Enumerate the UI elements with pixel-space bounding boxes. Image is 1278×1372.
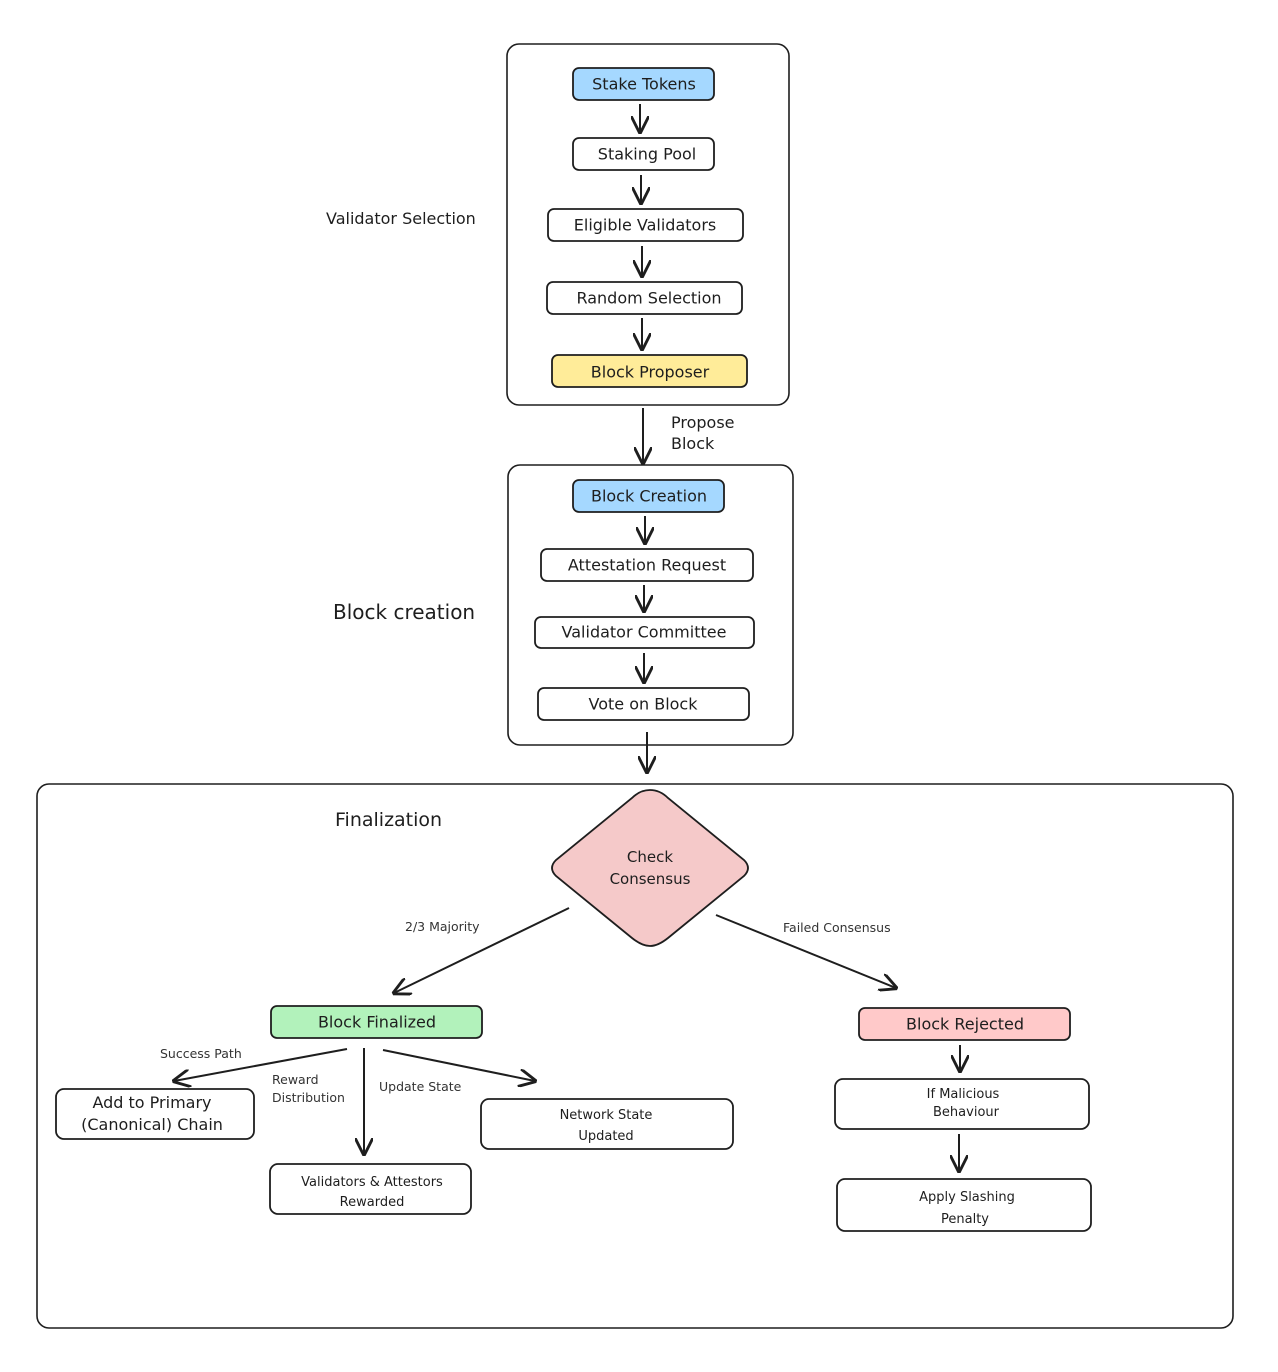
node-vote-on-block: Vote on Block [537,687,750,721]
edge-label-failed: Failed Consensus [783,920,891,935]
node-validator-committee: Validator Committee [534,616,755,649]
edge-label-propose-block: Propose Block [671,413,735,453]
svg-text:Stake Tokens: Stake Tokens [592,75,696,94]
node-block-finalized: Block Finalized [270,1005,483,1039]
svg-text:Staking Pool: Staking Pool [598,145,696,164]
flowchart: Validator Selection Block creation Final… [36,43,1234,1329]
node-if-malicious: If Malicious Behaviour [834,1078,1090,1130]
group-label-finalization: Finalization [335,809,442,831]
svg-text:Block Proposer: Block Proposer [591,363,710,382]
group-label-validator-selection: Validator Selection [326,209,476,228]
node-random-selection: Random Selection [546,281,743,315]
node-block-proposer: Block Proposer [551,354,748,388]
node-check-consensus: Check Consensus [551,789,749,947]
node-apply-slashing: Apply Slashing Penalty [836,1178,1092,1232]
group-label-block-creation: Block creation [333,600,475,624]
node-attestation-request: Attestation Request [540,548,754,582]
svg-text:Random Selection: Random Selection [576,289,721,308]
svg-text:Attestation Request: Attestation Request [568,556,726,575]
arrow-update-state [382,1049,535,1081]
edge-label-reward-distribution: Reward Distribution [272,1072,345,1105]
svg-text:Eligible Validators: Eligible Validators [574,216,716,235]
svg-text:Vote on Block: Vote on Block [589,695,699,714]
node-eligible-validators: Eligible Validators [547,208,744,242]
svg-text:Block Rejected: Block Rejected [906,1015,1024,1034]
edge-label-success-path: Success Path [160,1046,242,1061]
node-block-creation: Block Creation [572,479,725,513]
node-staking-pool: Staking Pool [572,137,715,171]
svg-text:Block Creation: Block Creation [591,487,707,506]
node-block-rejected: Block Rejected [858,1007,1071,1041]
svg-text:Block Finalized: Block Finalized [318,1013,436,1032]
node-network-state-updated: Network State Updated [480,1098,734,1150]
node-validators-rewarded: Validators & Attestors Rewarded [269,1163,472,1215]
node-add-to-chain: Add to Primary (Canonical) Chain [55,1088,255,1140]
edge-label-update-state: Update State [379,1079,462,1094]
node-stake-tokens: Stake Tokens [572,67,715,101]
edge-label-majority: 2/3 Majority [405,919,480,934]
svg-text:Validator Committee: Validator Committee [562,623,727,642]
